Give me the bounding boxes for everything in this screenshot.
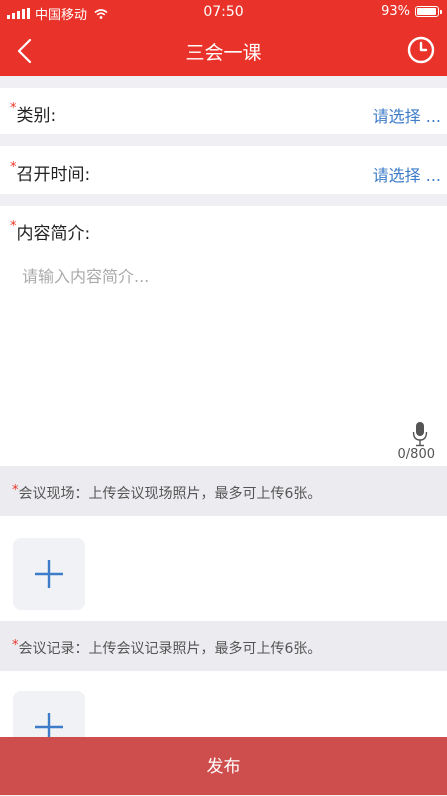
microphone-icon[interactable] <box>412 421 428 447</box>
meeting-time-row[interactable]: *召开时间: 请选择 ... <box>0 146 447 194</box>
record-photos-hint: *会议记录：上传会议记录照片，最多可上传6张。 <box>12 638 321 658</box>
description-label: *内容简介: <box>10 219 90 244</box>
meeting-time-label: *召开时间: <box>10 160 90 185</box>
battery-percent: 93% <box>381 4 410 19</box>
record-photos-header: *会议记录：上传会议记录照片，最多可上传6张。 <box>0 621 447 671</box>
character-counter: 0/800 <box>397 447 435 462</box>
page-title: 三会一课 <box>185 42 262 64</box>
meeting-time-select[interactable]: 请选择 ... <box>373 162 441 186</box>
battery-icon <box>415 6 442 17</box>
record-photos-text: 会议记录：上传会议记录照片，最多可上传6张。 <box>18 641 322 657</box>
scene-photos-hint: *会议现场：上传会议现场照片，最多可上传6张。 <box>12 483 321 503</box>
description-input[interactable] <box>22 263 422 413</box>
status-time: 07:50 <box>203 4 244 20</box>
clock-icon[interactable] <box>405 34 437 66</box>
meeting-time-label-text: 召开时间: <box>16 165 91 185</box>
scene-photos-upload <box>0 516 447 621</box>
category-label: *类别: <box>10 101 56 126</box>
scene-photos-text: 会议现场：上传会议现场照片，最多可上传6张。 <box>18 486 322 502</box>
nav-bar: 三会一课 <box>0 24 447 76</box>
category-row[interactable]: *类别: 请选择 ... <box>0 88 447 134</box>
description-label-text: 内容简介: <box>16 224 91 244</box>
app-header: 中国移动 07:50 93% 三会一课 <box>0 0 447 76</box>
plus-icon <box>35 560 63 588</box>
add-scene-photo-button[interactable] <box>13 538 85 610</box>
scene-photos-header: *会议现场：上传会议现场照片，最多可上传6张。 <box>0 466 447 516</box>
category-label-text: 类别: <box>16 106 57 126</box>
status-right: 93% <box>381 4 442 19</box>
description-block: *内容简介: 0/800 <box>0 206 447 466</box>
status-bar: 中国移动 07:50 93% <box>0 0 447 24</box>
category-select[interactable]: 请选择 ... <box>373 103 441 127</box>
publish-button[interactable]: 发布 <box>0 737 447 795</box>
